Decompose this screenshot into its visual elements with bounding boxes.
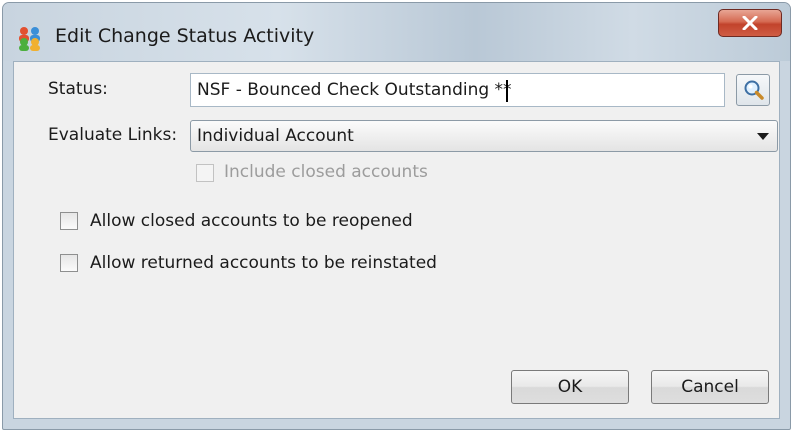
include-closed-label: Include closed accounts xyxy=(224,162,428,182)
status-lookup-button[interactable] xyxy=(736,74,770,106)
title-bar[interactable]: Edit Change Status Activity xyxy=(3,3,790,61)
evaluate-links-value: Individual Account xyxy=(197,126,354,146)
allow-reinstate-checkbox[interactable] xyxy=(60,254,78,272)
people-status-icon xyxy=(17,25,43,51)
magnifier-icon xyxy=(744,80,764,100)
evaluate-links-label: Evaluate Links: xyxy=(48,125,178,145)
text-caret xyxy=(506,80,508,102)
evaluate-links-dropdown[interactable]: Individual Account xyxy=(190,120,778,152)
dialog-window: Edit Change Status Activity Status: Eval… xyxy=(2,2,791,430)
status-label: Status: xyxy=(48,79,108,99)
status-input[interactable] xyxy=(191,74,724,106)
close-button[interactable] xyxy=(718,9,782,37)
include-closed-checkbox[interactable] xyxy=(196,164,214,182)
allow-reinstate-label: Allow returned accounts to be reinstated xyxy=(90,253,437,273)
chevron-down-icon xyxy=(757,133,769,140)
ok-button[interactable]: OK xyxy=(511,370,629,404)
window-title: Edit Change Status Activity xyxy=(55,25,315,47)
allow-reopen-checkbox[interactable] xyxy=(60,212,78,230)
status-field[interactable] xyxy=(190,73,725,107)
close-icon xyxy=(742,16,758,30)
cancel-button[interactable]: Cancel xyxy=(651,370,769,404)
dialog-body: Status: Evaluate Links: Individual Accou… xyxy=(13,61,780,419)
allow-reopen-label: Allow closed accounts to be reopened xyxy=(90,211,413,231)
